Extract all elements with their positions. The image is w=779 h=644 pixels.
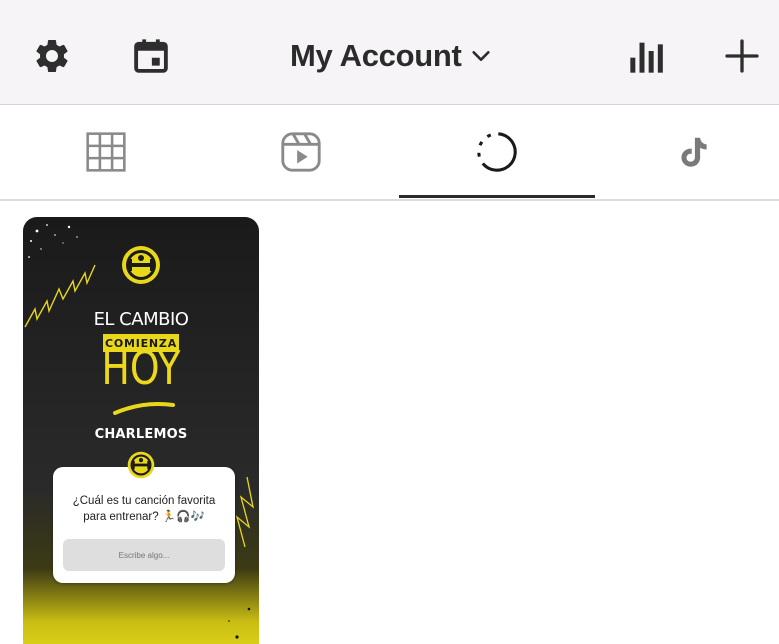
calendar-icon — [134, 39, 168, 73]
question-text: ¿Cuál es tu canción favorita para entren… — [72, 495, 216, 523]
gear-icon — [36, 39, 68, 72]
grid-icon — [85, 132, 126, 172]
tab-stories[interactable] — [398, 105, 595, 199]
tiktok-icon — [680, 137, 707, 167]
gym-logo-small — [127, 451, 155, 479]
add-button[interactable] — [718, 34, 766, 78]
answer-input[interactable] — [63, 539, 225, 571]
story-highlight-card[interactable]: EL CAMBIO COMIENZA HOY CHARLEMOS ¿Cuál e… — [23, 217, 259, 644]
insights-button[interactable] — [624, 34, 670, 78]
reels-icon — [280, 132, 321, 172]
gym-logo — [122, 246, 160, 284]
plus-icon — [725, 39, 759, 73]
settings-button[interactable] — [30, 34, 74, 78]
account-switcher[interactable]: My Account — [290, 34, 492, 78]
question-sticker[interactable]: ¿Cuál es tu canción favorita para entren… — [53, 467, 235, 583]
calendar-button[interactable] — [128, 34, 174, 78]
chevron-down-icon — [471, 51, 490, 61]
active-tab-indicator — [399, 195, 595, 198]
story-headline-big: HOY — [101, 341, 181, 395]
content-tabs — [0, 105, 779, 201]
top-app-bar: My Account — [0, 0, 779, 105]
tab-tiktok[interactable] — [595, 105, 779, 199]
stories-grid: EL CAMBIO COMIENZA HOY CHARLEMOS ¿Cuál e… — [0, 203, 779, 644]
story-headline-top: EL CAMBIO — [93, 309, 189, 330]
tab-grid[interactable] — [8, 105, 203, 199]
bar-chart-icon — [630, 42, 663, 73]
story-subhead: CHARLEMOS — [94, 427, 188, 442]
account-name: My Account — [290, 38, 462, 73]
tab-reels[interactable] — [203, 105, 398, 199]
dashed-circle-icon — [476, 132, 517, 172]
